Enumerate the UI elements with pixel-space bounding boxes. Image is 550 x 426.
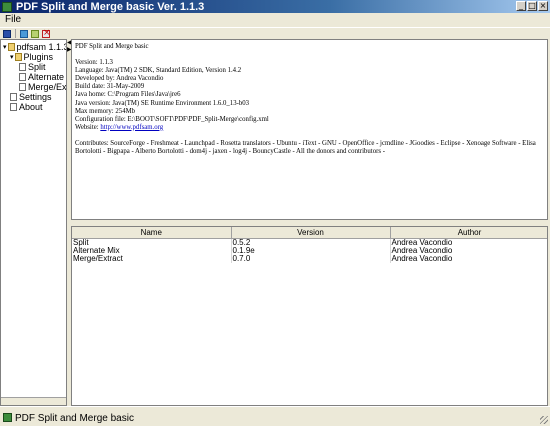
table-row[interactable]: Alternate Mix 0.1.9e Andrea Vacondio (72, 246, 547, 255)
tree-item-alternate-mix[interactable]: Alternate Mix (19, 72, 66, 82)
tree-horizontal-scrollbar[interactable] (1, 397, 66, 405)
document-icon (19, 73, 26, 81)
info-title: PDF Split and Merge basic (75, 43, 149, 50)
collapse-icon[interactable]: ▾ (10, 53, 14, 61)
tree-item-merge-extract[interactable]: Merge/Extract (19, 82, 67, 92)
window-controls: _ □ × (516, 1, 548, 11)
tree-item-settings[interactable]: Settings (10, 92, 52, 102)
info-java-home: Java home: C:\Program Files\Java\jre6 (75, 91, 181, 99)
table-row[interactable]: Split 0.5.2 Andrea Vacondio (72, 238, 547, 247)
info-max-memory: Max memory: 254Mb (75, 107, 136, 115)
folder-icon (7, 43, 15, 51)
app-icon (2, 1, 12, 12)
resize-grip-icon[interactable] (540, 416, 548, 424)
add-icon[interactable] (20, 29, 28, 38)
maximize-button[interactable]: □ (527, 1, 537, 11)
cell-name: Split (72, 238, 232, 247)
cell-author: Andrea Vacondio (390, 238, 547, 247)
tree-item-label: Split (28, 62, 46, 72)
tree-item-label: Alternate Mix (28, 72, 66, 82)
collapse-icon[interactable]: ▾ (3, 43, 7, 51)
tree-item-label: About (19, 102, 43, 112)
cell-author: Andrea Vacondio (390, 246, 547, 255)
close-button[interactable]: × (538, 1, 548, 11)
cell-version: 0.1.9e (231, 246, 391, 255)
toolbar (0, 27, 550, 39)
info-config-file: Configuration file: E:\BOOT\SOFT\PDF\PDF… (75, 115, 269, 123)
tree-item-about[interactable]: About (10, 102, 43, 112)
minimize-button[interactable]: _ (516, 1, 526, 11)
column-header-name[interactable]: Name (72, 227, 232, 239)
document-icon (10, 93, 17, 101)
tree-item-plugins[interactable]: ▾ Plugins (10, 52, 53, 62)
table-header-row: Name Version Author (72, 227, 547, 239)
tree-item-label: Settings (19, 92, 52, 102)
tree-item-root[interactable]: ▾ pdfsam 1.1.3 (3, 42, 67, 52)
cell-version: 0.5.2 (231, 238, 391, 247)
info-language: Language: Java(TM) 2 SDK, Standard Editi… (75, 67, 242, 75)
info-website-prefix: Website: (75, 123, 101, 131)
menu-bar: File (0, 13, 550, 27)
info-developer: Developed by: Andrea Vacondio (75, 75, 164, 83)
info-build-date: Build date: 31-May-2009 (75, 83, 145, 91)
cell-name: Alternate Mix (72, 246, 232, 255)
edit-icon[interactable] (31, 29, 39, 38)
document-icon (19, 83, 26, 91)
status-bar: PDF Split and Merge basic (0, 406, 550, 426)
tree-item-label: pdfsam 1.1.3 (16, 42, 67, 52)
table-row[interactable]: Merge/Extract 0.7.0 Andrea Vacondio (72, 254, 547, 263)
info-contributes: Contributes: SourceForge - Freshmeat - L… (75, 139, 536, 156)
status-text: PDF Split and Merge basic (15, 413, 134, 424)
delete-icon[interactable] (42, 28, 51, 38)
info-java-version: Java version: Java(TM) SE Runtime Enviro… (75, 99, 250, 107)
document-icon (10, 103, 17, 111)
window-title: PDF Split and Merge basic Ver. 1.1.3 (16, 0, 205, 13)
column-header-version[interactable]: Version (231, 227, 391, 239)
cell-version: 0.7.0 (231, 254, 391, 263)
tree-item-split[interactable]: Split (19, 62, 46, 72)
title-bar[interactable]: PDF Split and Merge basic Ver. 1.1.3 _ □… (0, 0, 550, 13)
document-icon (19, 63, 26, 71)
plugins-table: Name Version Author Split 0.5.2 Andrea V… (71, 226, 548, 406)
tree-item-label: Plugins (23, 52, 54, 62)
info-website: Website: http://www.pdfsam.org (75, 124, 544, 132)
column-header-author[interactable]: Author (390, 227, 547, 239)
cell-name: Merge/Extract (72, 254, 232, 263)
about-info-panel: PDF Split and Merge basic Version: 1.1.3… (71, 39, 548, 220)
app-status-icon (3, 413, 12, 422)
menu-file[interactable]: File (5, 14, 21, 25)
navigation-tree: ▾ pdfsam 1.1.3 ▾ Plugins Split Alternate… (0, 39, 67, 406)
cell-author: Andrea Vacondio (390, 254, 547, 263)
website-link[interactable]: http://www.pdfsam.org (100, 124, 163, 131)
tree-item-label: Merge/Extract (28, 82, 67, 92)
info-version: Version: 1.1.3 (75, 59, 113, 67)
folder-icon (14, 53, 22, 61)
save-icon[interactable] (3, 29, 11, 38)
toolbar-separator (15, 29, 16, 38)
